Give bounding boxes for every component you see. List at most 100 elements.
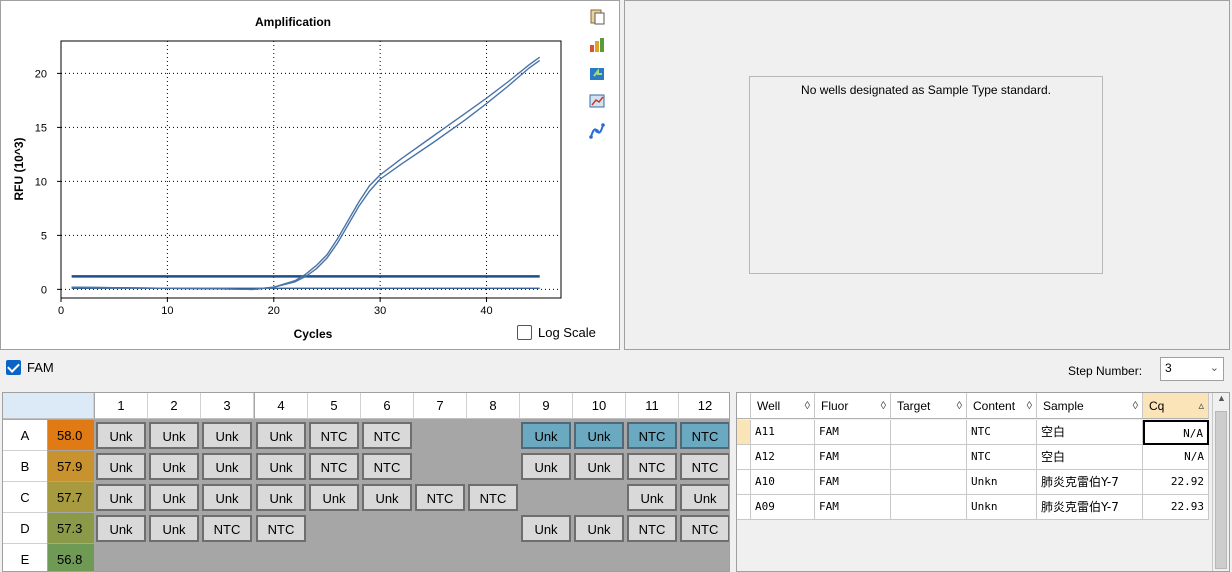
well-A1[interactable]: Unk: [96, 422, 146, 449]
result-cell-sample[interactable]: 空白: [1037, 420, 1143, 445]
well-A12[interactable]: NTC: [680, 422, 729, 449]
log-scale-checkbox[interactable]: Log Scale: [517, 323, 596, 341]
curve-settings-icon[interactable]: [587, 121, 607, 141]
well-D2[interactable]: Unk: [149, 515, 199, 542]
column-header-11[interactable]: 11: [626, 393, 679, 419]
well-A11[interactable]: NTC: [627, 422, 677, 449]
scroll-up-icon[interactable]: ▲: [1214, 393, 1229, 410]
column-header-content[interactable]: Content ◊: [967, 393, 1037, 419]
well-C7[interactable]: NTC: [415, 484, 465, 511]
column-header-1[interactable]: 1: [95, 393, 148, 419]
result-cell-content[interactable]: Unkn: [967, 495, 1037, 520]
results-table[interactable]: Well ◊ Fluor ◊ Target ◊ Content ◊ Sample ◊ Cq ▵ A11 F…: [736, 392, 1230, 572]
well-B10[interactable]: Unk: [574, 453, 624, 480]
result-cell-fluor[interactable]: FAM: [815, 420, 891, 445]
result-cell-well[interactable]: A10: [751, 470, 815, 495]
well-C11[interactable]: Unk: [627, 484, 677, 511]
column-header-well[interactable]: Well ◊: [751, 393, 815, 419]
scroll-thumb[interactable]: [1215, 411, 1227, 569]
sort-icon[interactable]: ◊: [805, 393, 810, 419]
result-cell-fluor[interactable]: FAM: [815, 495, 891, 520]
result-cell-content[interactable]: NTC: [967, 420, 1037, 445]
well-D9[interactable]: Unk: [521, 515, 571, 542]
well-D1[interactable]: Unk: [96, 515, 146, 542]
result-cell-fluor[interactable]: FAM: [815, 445, 891, 470]
well-D4[interactable]: NTC: [256, 515, 306, 542]
column-header-6[interactable]: 6: [361, 393, 414, 419]
well-B9[interactable]: Unk: [521, 453, 571, 480]
result-cell-sample[interactable]: 肺炎克雷伯Y-7: [1037, 495, 1143, 520]
well-D11[interactable]: NTC: [627, 515, 677, 542]
result-cell-sample[interactable]: 空白: [1037, 445, 1143, 470]
column-header-2[interactable]: 2: [148, 393, 201, 419]
well-B4[interactable]: Unk: [256, 453, 306, 480]
result-cell-cq[interactable]: N/A: [1143, 445, 1209, 470]
result-cell-target[interactable]: [891, 470, 967, 495]
row-header-E[interactable]: E: [3, 544, 47, 571]
row-header-B[interactable]: B: [3, 451, 47, 482]
well-C1[interactable]: Unk: [96, 484, 146, 511]
result-cell-cq[interactable]: N/A: [1143, 420, 1209, 445]
column-header-9[interactable]: 9: [520, 393, 573, 419]
well-B1[interactable]: Unk: [96, 453, 146, 480]
result-cell-sample[interactable]: 肺炎克雷伯Y-7: [1037, 470, 1143, 495]
fam-check-box[interactable]: [6, 360, 21, 375]
result-cell-fluor[interactable]: FAM: [815, 470, 891, 495]
well-A5[interactable]: NTC: [309, 422, 359, 449]
well-B2[interactable]: Unk: [149, 453, 199, 480]
well-C2[interactable]: Unk: [149, 484, 199, 511]
column-header-4[interactable]: 4: [255, 393, 308, 419]
well-B11[interactable]: NTC: [627, 453, 677, 480]
well-A4[interactable]: Unk: [256, 422, 306, 449]
result-cell-content[interactable]: NTC: [967, 445, 1037, 470]
sort-icon[interactable]: ◊: [881, 393, 886, 419]
column-header-cq[interactable]: Cq ▵: [1143, 393, 1209, 419]
well-C3[interactable]: Unk: [202, 484, 252, 511]
result-cell-well[interactable]: A12: [751, 445, 815, 470]
well-A2[interactable]: Unk: [149, 422, 199, 449]
result-cell-content[interactable]: Unkn: [967, 470, 1037, 495]
well-A3[interactable]: Unk: [202, 422, 252, 449]
well-B5[interactable]: NTC: [309, 453, 359, 480]
well-A10[interactable]: Unk: [574, 422, 624, 449]
fam-checkbox[interactable]: FAM: [6, 360, 54, 375]
sort-icon[interactable]: ▵: [1198, 393, 1204, 419]
well-C4[interactable]: Unk: [256, 484, 306, 511]
sort-icon[interactable]: ◊: [957, 393, 962, 419]
chart-refresh-icon[interactable]: [587, 63, 607, 83]
well-C8[interactable]: NTC: [468, 484, 518, 511]
well-B12[interactable]: NTC: [680, 453, 729, 480]
well-B6[interactable]: NTC: [362, 453, 412, 480]
result-cell-target[interactable]: [891, 445, 967, 470]
column-header-sample[interactable]: Sample ◊: [1037, 393, 1143, 419]
column-header-12[interactable]: 12: [679, 393, 729, 419]
row-header-D[interactable]: D: [3, 513, 47, 544]
column-header-5[interactable]: 5: [308, 393, 361, 419]
result-cell-well[interactable]: A11: [751, 420, 815, 445]
well-D3[interactable]: NTC: [202, 515, 252, 542]
chart-export-icon[interactable]: [587, 35, 607, 55]
step-number-select[interactable]: 3 ⌄: [1160, 357, 1224, 381]
row-selector[interactable]: [737, 470, 751, 495]
row-header-A[interactable]: A: [3, 420, 47, 451]
well-A9[interactable]: Unk: [521, 422, 571, 449]
result-cell-cq[interactable]: 22.93: [1143, 495, 1209, 520]
row-selector[interactable]: [737, 495, 751, 520]
well-C12[interactable]: Unk: [680, 484, 729, 511]
result-cell-target[interactable]: [891, 495, 967, 520]
copy-icon[interactable]: [587, 7, 607, 27]
column-header-8[interactable]: 8: [467, 393, 520, 419]
plate-grid[interactable]: 1 2 3 4 5 6 7 8 9 10 11 12 A 58.0 Unk Unk Unk Unk NTC NTC Un…: [2, 392, 730, 572]
row-header-C[interactable]: C: [3, 482, 47, 513]
column-header-7[interactable]: 7: [414, 393, 467, 419]
result-cell-target[interactable]: [891, 420, 967, 445]
log-scale-box[interactable]: [517, 324, 532, 340]
column-header-3[interactable]: 3: [201, 393, 254, 419]
result-cell-well[interactable]: A09: [751, 495, 815, 520]
well-D12[interactable]: NTC: [680, 515, 729, 542]
well-B3[interactable]: Unk: [202, 453, 252, 480]
plate-corner[interactable]: [3, 393, 94, 419]
sort-icon[interactable]: ◊: [1027, 393, 1032, 419]
column-header-10[interactable]: 10: [573, 393, 626, 419]
result-cell-cq[interactable]: 22.92: [1143, 470, 1209, 495]
